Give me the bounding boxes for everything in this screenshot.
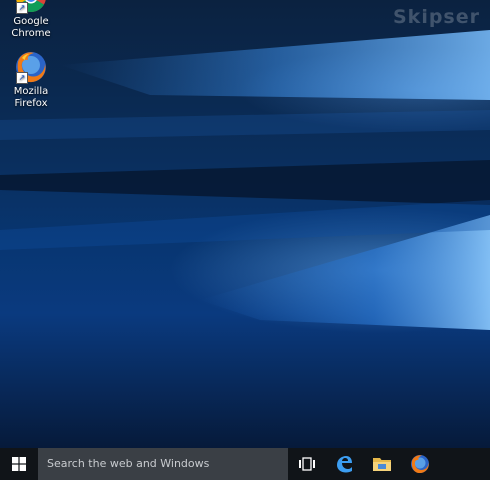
taskbar-file-explorer-button[interactable] <box>364 448 400 480</box>
windows-logo-icon <box>12 457 26 471</box>
taskbar-firefox-button[interactable] <box>402 448 438 480</box>
wallpaper-light-beams <box>0 30 490 330</box>
shortcut-arrow-icon: ↗ <box>16 72 28 84</box>
taskbar-edge-button[interactable] <box>326 448 362 480</box>
search-input[interactable]: Search the web and Windows <box>38 448 288 480</box>
taskbar: Search the web and Windows <box>0 448 490 480</box>
google-chrome-icon: ↗ <box>14 0 48 14</box>
desktop-icon-mozilla-firefox[interactable]: ↗ Mozilla Firefox <box>1 50 61 110</box>
desktop-icon-label-line1: Google <box>13 16 49 27</box>
task-view-icon <box>299 457 315 471</box>
firefox-taskbar-icon <box>411 455 429 474</box>
task-view-button[interactable] <box>289 448 325 480</box>
desktop-icon-label-line2: Chrome <box>11 28 51 39</box>
edge-icon <box>337 456 352 473</box>
search-placeholder: Search the web and Windows <box>47 457 210 470</box>
desktop-icon-label-line2: Firefox <box>14 98 48 109</box>
desktop-icon-google-chrome[interactable]: ↗ Google Chrome <box>1 0 61 40</box>
watermark-text: Skipser <box>393 6 480 28</box>
start-button[interactable] <box>0 448 38 480</box>
mozilla-firefox-icon: ↗ <box>14 50 48 84</box>
shortcut-arrow-icon: ↗ <box>16 2 28 14</box>
desktop-screen: Skipser ↗ Google Chrome ↗ Mozilla Firefo… <box>0 0 490 480</box>
desktop-icon-label-line1: Mozilla <box>13 86 49 97</box>
file-explorer-icon <box>373 458 391 471</box>
desktop-wallpaper[interactable] <box>0 0 490 448</box>
